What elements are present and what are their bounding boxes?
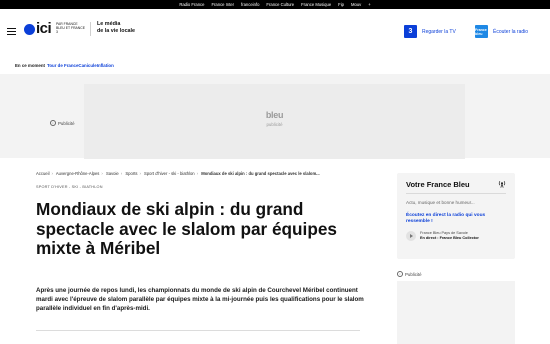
site-header: ici PAR FRANCE BLEU ET FRANCE 3 Le média… <box>0 9 550 57</box>
watch-tv-label: Regarder la TV <box>422 28 456 35</box>
breadcrumb-separator-icon: › <box>51 171 53 176</box>
live-player: France Bleu Pays de Savoie En direct : F… <box>406 231 479 241</box>
breadcrumb-separator-icon: › <box>120 171 123 176</box>
breadcrumb: Accueil › Auvergne-Rhône-Alpes › Savoie › S… <box>36 171 322 176</box>
article-rubric[interactable]: SPORT D'HIVER - SKI - BIATHLON <box>36 185 103 189</box>
radio-france-nav: Radio France France Inter franceinfo Fra… <box>0 0 550 9</box>
tagline: Le média de la vie locale <box>97 21 157 35</box>
ad-label-sidebar-text: Publicité <box>405 271 422 277</box>
listen-live-link[interactable]: Écoutez en direct la radio qui vous ress… <box>406 213 508 225</box>
breadcrumb-item-current: Mondiaux de ski alpin : du grand spectac… <box>201 171 320 176</box>
trending-label: En ce moment <box>15 62 46 68</box>
nav-link-radio-france[interactable]: Radio France <box>179 2 204 7</box>
header-divider <box>90 22 91 36</box>
ici-logo[interactable]: ici <box>24 20 52 37</box>
card-description: Actu, musique et bonne humeur... <box>406 200 475 205</box>
radio-antenna-icon <box>498 180 506 188</box>
nav-link-fip[interactable]: Fip <box>338 2 344 7</box>
trending-bar: En ce moment Tour de France Canicule Inf… <box>0 56 550 74</box>
ad-placeholder-logo: bleu <box>265 110 284 120</box>
breadcrumb-item-sports[interactable]: Sports <box>125 171 137 176</box>
nav-link-france-inter[interactable]: France Inter <box>211 2 234 7</box>
breadcrumb-item-sport-hiver[interactable]: Sport d'hiver - ski - biathlon <box>144 171 195 176</box>
trending-link-inflation[interactable]: Inflation <box>97 63 114 68</box>
info-icon[interactable]: i <box>50 120 56 126</box>
logo-subtitle: PAR FRANCE BLEU ET FRANCE 3 <box>56 22 85 34</box>
trending-link-tour-de-france[interactable]: Tour de France <box>47 63 78 68</box>
listen-radio-link[interactable]: France bleu Écouter la radio <box>475 25 528 38</box>
ad-label-text: Publicité <box>58 120 75 126</box>
card-title: Votre France Bleu <box>406 180 470 189</box>
nav-link-france-musique[interactable]: France Musique <box>301 2 331 7</box>
breadcrumb-separator-icon: › <box>101 171 103 176</box>
ad-banner[interactable]: bleu publicité <box>84 84 465 159</box>
breadcrumb-item-region[interactable]: Auvergne-Rhône-Alpes <box>56 171 100 176</box>
nav-link-franceinfo[interactable]: franceinfo <box>241 2 259 7</box>
your-france-bleu-card: Votre France Bleu Actu, musique et bonne… <box>397 173 515 259</box>
info-icon[interactable]: i <box>397 271 403 277</box>
article-lead: Après une journée de repos lundi, les ch… <box>36 287 364 313</box>
play-icon[interactable] <box>406 231 416 241</box>
tagline-line-1: Le média <box>97 21 121 27</box>
tagline-line-2: de la vie locale <box>97 28 136 34</box>
nav-link-mouv[interactable]: Mouv <box>351 2 361 7</box>
sidebar-ad[interactable] <box>397 281 515 344</box>
breadcrumb-item-savoie[interactable]: Savoie <box>106 171 119 176</box>
logo-dot-icon <box>24 23 35 35</box>
article-title: Mondiaux de ski alpin : du grand spectac… <box>36 199 337 258</box>
ad-label-sidebar: i Publicité <box>397 271 422 277</box>
menu-icon[interactable] <box>7 28 16 38</box>
ad-label: i Publicité <box>50 120 75 126</box>
listen-radio-label: Écouter la radio <box>493 28 529 35</box>
france-bleu-icon: France bleu <box>475 25 488 38</box>
now-playing: En direct : France Bleu Collector <box>420 236 479 240</box>
logo-text: ici <box>36 20 52 37</box>
card-divider <box>406 193 506 194</box>
nav-more-icon[interactable]: + <box>368 2 370 7</box>
trending-link-canicule[interactable]: Canicule <box>78 63 96 68</box>
watch-tv-link[interactable]: 3 Regarder la TV <box>404 25 456 38</box>
france3-icon: 3 <box>404 25 417 38</box>
breadcrumb-item-accueil[interactable]: Accueil <box>36 171 50 176</box>
nav-link-france-culture[interactable]: France Culture <box>266 2 294 7</box>
breadcrumb-separator-icon: › <box>139 171 141 176</box>
breadcrumb-separator-icon: › <box>196 171 199 176</box>
divider <box>36 330 360 331</box>
ad-placeholder-text: publicité <box>266 122 283 127</box>
